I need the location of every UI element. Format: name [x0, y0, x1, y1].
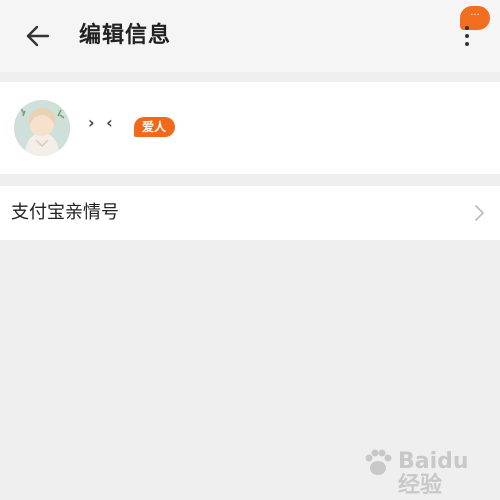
alipay-family-account-label: 支付宝亲情号 — [11, 202, 119, 223]
relation-tag: 爱人 — [134, 117, 176, 137]
nickname: › ‹ — [88, 113, 116, 132]
more-vertical-icon — [464, 26, 470, 48]
avatar[interactable] — [14, 100, 70, 156]
chevron-right-icon — [475, 205, 484, 221]
watermark-text: Baidu 经验 — [398, 449, 469, 498]
alipay-family-account-row[interactable]: 支付宝亲情号 — [0, 186, 500, 240]
avatar-illustration — [14, 100, 70, 156]
baidu-jingyan-watermark: Baidu 经验 — [358, 442, 488, 498]
paw-icon — [365, 449, 392, 475]
page-title: 编辑信息 — [79, 23, 172, 48]
top-bar: 编辑信息 ··· — [0, 0, 500, 72]
more-menu-button[interactable]: ··· — [452, 4, 492, 52]
edit-info-screen: 编辑信息 ··· › ‹ 爱人 支付宝亲情号 Baidu 经验 — [0, 0, 500, 500]
arrow-left-icon — [26, 25, 50, 47]
back-button[interactable] — [20, 20, 56, 52]
profile-row[interactable]: › ‹ 爱人 — [0, 82, 500, 174]
